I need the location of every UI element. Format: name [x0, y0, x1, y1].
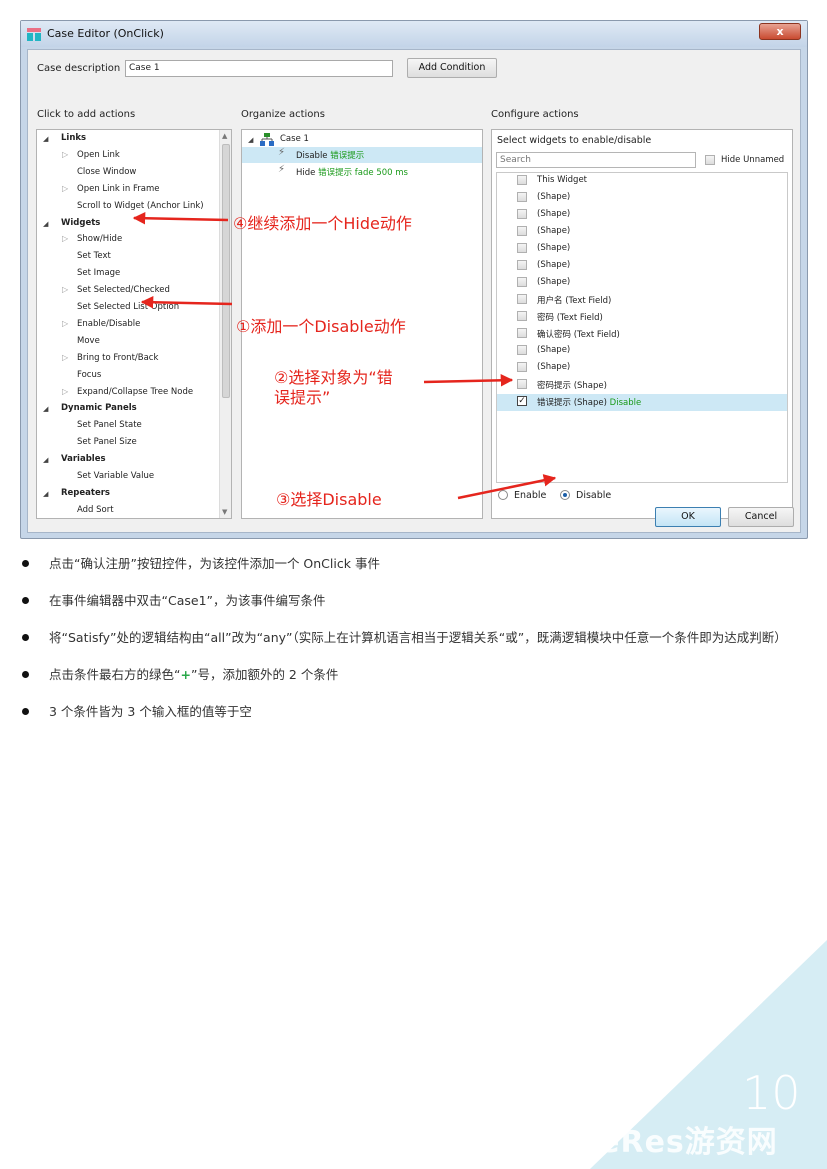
- arrow-to-disable-radio: [457, 474, 557, 500]
- arrow-to-enable-disable: [140, 296, 233, 309]
- annotation-step3: ③选择Disable: [276, 490, 382, 509]
- list-item: 将“Satisfy”处的逻辑结构由“all”改为“any”（实际上在计算机语言相…: [22, 627, 812, 649]
- arrow-to-show-hide: [132, 211, 229, 225]
- list-item: 点击“确认注册”按钮控件，为该控件添加一个 OnClick 事件: [22, 553, 812, 575]
- bullet-dot-icon: [22, 708, 29, 715]
- annotation-step4: ④继续添加一个Hide动作: [233, 214, 412, 233]
- watermark: GameRes游资网: [520, 1125, 778, 1160]
- plus-icon: +: [180, 667, 191, 682]
- instruction-list: 点击“确认注册”按钮控件，为该控件添加一个 OnClick 事件 在事件编辑器中…: [22, 553, 812, 738]
- annotation-step2-line2: 误提示”: [274, 388, 331, 407]
- annotation-arrows: [132, 211, 557, 500]
- list-item: 3 个条件皆为 3 个输入框的值等于空: [22, 701, 812, 723]
- list-item: 在事件编辑器中双击“Case1”，为该事件编写条件: [22, 590, 812, 612]
- bullet-dot-icon: [22, 560, 29, 567]
- page-number: 10: [742, 1066, 801, 1120]
- arrow-to-error-shape: [423, 374, 514, 387]
- bullet-dot-icon: [22, 671, 29, 678]
- annotation-step1: ①添加一个Disable动作: [236, 317, 406, 336]
- list-item: 点击条件最右方的绿色“+”号，添加额外的 2 个条件: [22, 664, 812, 686]
- bullet-dot-icon: [22, 634, 29, 641]
- bullet-dot-icon: [22, 597, 29, 604]
